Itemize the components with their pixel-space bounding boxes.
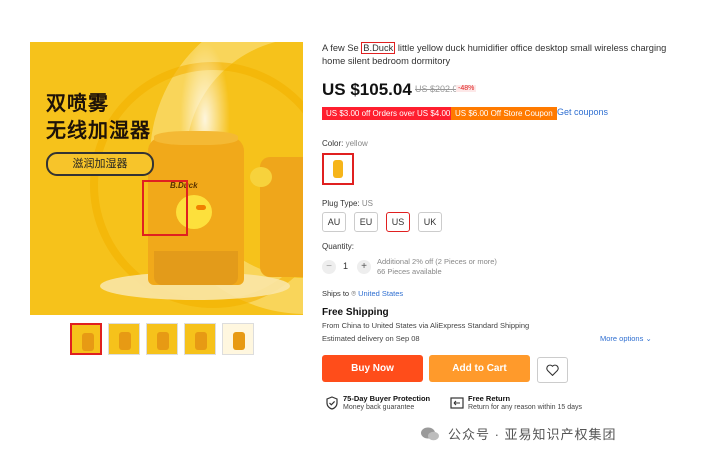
- quantity-decrease-button[interactable]: −: [322, 260, 336, 274]
- add-to-cart-button[interactable]: Add to Cart: [429, 355, 530, 382]
- plug-type-label: Plug Type: US: [322, 199, 374, 208]
- location-pin-icon: ⌾: [351, 289, 357, 298]
- product-swatch-image: [333, 160, 343, 178]
- product-main-image[interactable]: B.Duck 双喷雾 无线加湿器 滋润加湿器: [30, 42, 303, 315]
- ships-to-country[interactable]: United States: [358, 289, 403, 298]
- plug-option-au[interactable]: AU: [322, 212, 346, 232]
- free-shipping-title: Free Shipping: [322, 307, 389, 318]
- shield-icon: [326, 396, 338, 410]
- ships-to-row: Ships to ⌾ United States: [322, 289, 403, 299]
- get-coupons-link[interactable]: Get coupons: [557, 107, 608, 117]
- thumbnail-strip: [70, 323, 254, 355]
- thumbnail-3[interactable]: [146, 323, 178, 355]
- plug-options: AU EU US UK: [322, 212, 442, 232]
- store-coupon-badge[interactable]: US $6.00 Off Store Coupon: [451, 107, 557, 120]
- device-base: [154, 251, 238, 285]
- thumbnail-4[interactable]: [184, 323, 216, 355]
- buyer-protection-subtitle: Money back guarantee: [343, 404, 415, 411]
- thumbnail-2[interactable]: [108, 323, 140, 355]
- color-label: Color: yellow: [322, 139, 368, 148]
- free-return-title: Free Return: [468, 394, 511, 403]
- quantity-increase-button[interactable]: +: [357, 260, 371, 274]
- current-price: US $105.04: [322, 80, 412, 99]
- thumbnail-5[interactable]: [222, 323, 254, 355]
- buyer-protection-title: 75-Day Buyer Protection: [343, 394, 431, 403]
- promo-line-1: 双喷雾: [46, 91, 109, 115]
- promo-text-block: 双喷雾 无线加湿器 滋润加湿器: [46, 90, 164, 176]
- shipping-route: From China to United States via AliExpre…: [322, 321, 530, 330]
- discount-badge: -48%: [456, 85, 477, 92]
- thumbnail-1[interactable]: [70, 323, 102, 355]
- more-options-link[interactable]: More options ⌄: [600, 334, 652, 343]
- wishlist-button[interactable]: [537, 357, 568, 383]
- plug-type-value: US: [361, 199, 374, 208]
- quantity-label: Quantity:: [322, 242, 355, 251]
- promo-pill: 滋润加湿器: [46, 152, 154, 176]
- plug-option-eu[interactable]: EU: [354, 212, 378, 232]
- watermark: 公众号 · 亚易知识产权集团: [420, 424, 617, 443]
- quantity-value[interactable]: 1: [343, 261, 348, 271]
- second-device-image: [250, 157, 303, 277]
- promo-line-2: 无线加湿器: [46, 118, 151, 142]
- plug-option-uk[interactable]: UK: [418, 212, 442, 232]
- device-top: [154, 131, 238, 145]
- color-value: yellow: [345, 139, 368, 148]
- duck-logo-highlight-box: [142, 180, 188, 236]
- wechat-logo-icon: [421, 427, 439, 440]
- free-return-subtitle: Return for any reason within 15 days: [468, 404, 583, 411]
- title-brand-highlight: B.Duck: [361, 42, 396, 54]
- order-coupon-badge[interactable]: US $3.00 off Orders over US $4.00: [322, 107, 455, 120]
- heart-icon: [546, 364, 559, 376]
- buy-now-button[interactable]: Buy Now: [322, 355, 423, 382]
- watermark-text: 公众号 · 亚易知识产权集团: [448, 427, 617, 442]
- product-title: A few Se B.Duck little yellow duck humid…: [322, 42, 667, 68]
- title-prefix: A few Se: [322, 43, 362, 53]
- ships-to-label: Ships to: [322, 289, 350, 298]
- return-icon: [450, 397, 464, 409]
- stock-available-note: 66 Pieces available: [377, 266, 442, 276]
- estimated-delivery: Estimated delivery on Sep 08: [322, 334, 420, 343]
- quantity-note: Additional 2% off (2 Pieces or more) 66 …: [377, 257, 497, 276]
- bulk-discount-note: Additional 2% off (2 Pieces or more): [377, 257, 497, 266]
- plug-option-us[interactable]: US: [386, 212, 410, 232]
- color-option-yellow[interactable]: [322, 153, 354, 185]
